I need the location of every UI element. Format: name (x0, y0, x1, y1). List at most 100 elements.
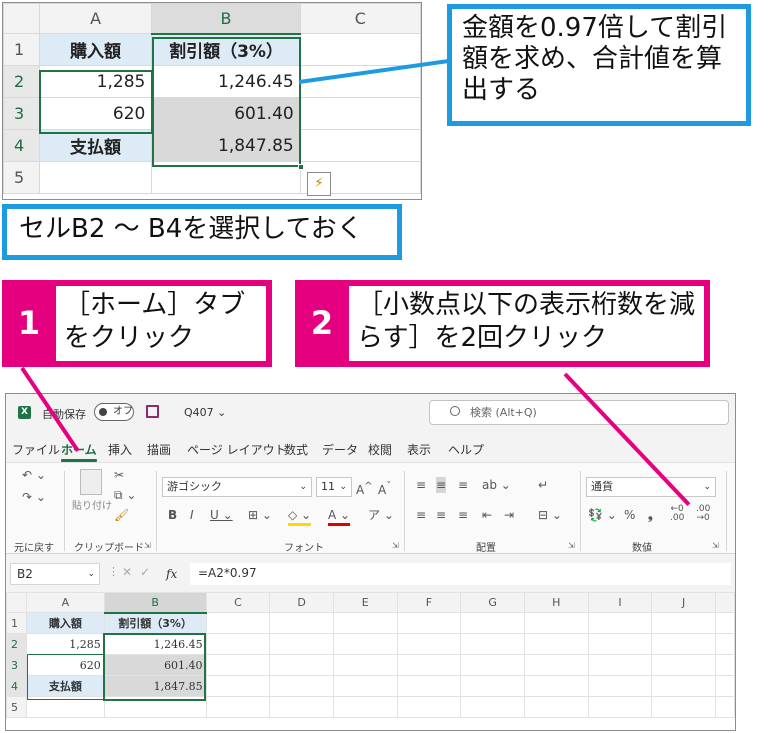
col-header-blank[interactable] (714, 592, 735, 613)
cell-a2[interactable]: 1,285 (25, 633, 105, 655)
font-color-icon[interactable]: A ⌄ (328, 507, 351, 526)
increase-indent-icon[interactable]: ⇥ (504, 507, 514, 523)
cell-b1[interactable]: 割引額（3%） (151, 33, 301, 66)
cell[interactable] (396, 633, 462, 655)
clipboard-launcher-icon[interactable]: ⇲ (144, 541, 151, 550)
col-header-a[interactable]: A (25, 592, 105, 613)
decrease-indent-icon[interactable]: ⇤ (482, 507, 492, 523)
cell[interactable] (396, 675, 462, 697)
col-header-c[interactable]: C (299, 3, 421, 34)
row-header-1[interactable]: 1 (6, 612, 27, 634)
cell[interactable] (332, 612, 398, 634)
col-header-e[interactable]: E (332, 592, 398, 613)
percent-style-icon[interactable]: % (624, 507, 635, 523)
tab-help[interactable]: ヘルプ (448, 441, 484, 458)
autosave-toggle[interactable]: オフ (94, 403, 134, 421)
cell-c1[interactable] (299, 33, 421, 66)
row-header-5[interactable]: 5 (3, 161, 40, 194)
cell[interactable] (205, 612, 271, 634)
cell[interactable] (587, 696, 653, 718)
cell-b2[interactable]: 1,246.45 (103, 633, 207, 655)
row-header-3[interactable]: 3 (3, 97, 40, 130)
format-painter-icon[interactable]: 🖌 (114, 507, 129, 523)
cell[interactable] (269, 696, 334, 718)
cell-a3[interactable]: 620 (38, 97, 153, 130)
search-input[interactable]: 検索 (Alt+Q) (429, 400, 729, 425)
cell-a1[interactable]: 購入額 (38, 33, 153, 66)
cell[interactable] (587, 654, 653, 676)
cell-c4[interactable] (299, 129, 421, 162)
wrap-text-icon[interactable]: ↵ (538, 477, 548, 493)
cell[interactable] (269, 654, 334, 676)
row-header-1[interactable]: 1 (3, 33, 40, 66)
select-all-corner[interactable] (3, 3, 40, 34)
enter-icon[interactable]: ✓ (140, 565, 150, 579)
cell[interactable] (523, 633, 589, 655)
bold-icon[interactable]: B (168, 507, 177, 523)
cell[interactable] (396, 696, 462, 718)
cell[interactable] (269, 612, 334, 634)
align-right-icon[interactable]: ≡ (458, 507, 468, 523)
cell-a2[interactable]: 1,285 (38, 65, 153, 98)
cell[interactable] (523, 612, 589, 634)
cell[interactable] (651, 675, 716, 697)
cell-b1[interactable]: 割引額（3%） (103, 612, 207, 634)
row-header-5[interactable]: 5 (6, 696, 27, 718)
redo-icon[interactable]: ↷ ⌄ (22, 489, 46, 505)
cell-a4[interactable]: 支払額 (38, 129, 153, 162)
cell[interactable] (396, 612, 462, 634)
tab-insert[interactable]: 挿入 (108, 441, 132, 458)
col-header-d[interactable]: D (269, 592, 334, 613)
increase-decimal-icon[interactable]: ←0.00 (670, 505, 684, 523)
align-top-icon[interactable]: ≡ (416, 477, 426, 493)
border-icon[interactable]: ⊞ ⌄ (248, 507, 272, 523)
number-format-select[interactable]: 通貨 ⌄ (586, 477, 716, 497)
cell[interactable] (587, 612, 653, 634)
cell[interactable] (523, 696, 589, 718)
cell[interactable] (651, 633, 716, 655)
number-launcher-icon[interactable]: ⇲ (712, 541, 719, 550)
orientation-icon[interactable]: ab ⌄ (482, 477, 511, 493)
cell[interactable] (651, 612, 716, 634)
cell[interactable] (269, 675, 334, 697)
font-launcher-icon[interactable]: ⇲ (392, 541, 399, 550)
cell[interactable] (460, 654, 525, 676)
cell-b4[interactable]: 1,847.85 (103, 675, 207, 697)
accounting-format-icon[interactable]: 💱 ⌄ (588, 507, 617, 523)
row-header-2[interactable]: 2 (6, 633, 27, 655)
cell[interactable] (523, 675, 589, 697)
col-header-h[interactable]: H (523, 592, 589, 613)
col-header-a[interactable]: A (38, 3, 153, 34)
col-header-b[interactable]: B (151, 3, 301, 35)
cell[interactable] (396, 654, 462, 676)
cell[interactable] (460, 633, 525, 655)
comma-style-icon[interactable]: ❟ (648, 507, 653, 523)
cell[interactable] (460, 612, 525, 634)
cell-b3[interactable]: 601.40 (151, 97, 301, 130)
cell[interactable] (651, 696, 716, 718)
cell[interactable] (714, 696, 735, 718)
row-header-4[interactable]: 4 (3, 129, 40, 162)
paste-icon[interactable] (80, 469, 102, 495)
quick-analysis-icon[interactable]: ⚡ (307, 172, 331, 196)
cell-a1[interactable]: 購入額 (25, 612, 105, 634)
cell-a3[interactable]: 620 (25, 654, 105, 676)
cell[interactable] (714, 675, 735, 697)
row-header-2[interactable]: 2 (3, 65, 40, 98)
formula-input[interactable]: =A2*0.97 (190, 563, 731, 585)
paste-button[interactable]: 貼り付け (72, 499, 112, 515)
fill-color-icon[interactable]: ◇ ⌄ (288, 507, 312, 526)
cell[interactable] (587, 633, 653, 655)
align-bottom-icon[interactable]: ≡ (458, 477, 468, 493)
file-name[interactable]: Q407 ⌄ (184, 406, 226, 419)
tab-formulas[interactable]: 数式 (284, 441, 308, 458)
align-left-icon[interactable]: ≡ (416, 507, 426, 523)
col-header-j[interactable]: J (651, 592, 716, 613)
cell-b4[interactable]: 1,847.85 (151, 129, 301, 162)
cell[interactable] (205, 654, 271, 676)
tab-draw[interactable]: 描画 (147, 441, 171, 458)
cancel-icon[interactable]: ✕ (122, 565, 132, 579)
cell-c3[interactable] (299, 97, 421, 130)
cell[interactable] (103, 696, 207, 718)
cell[interactable] (205, 696, 271, 718)
